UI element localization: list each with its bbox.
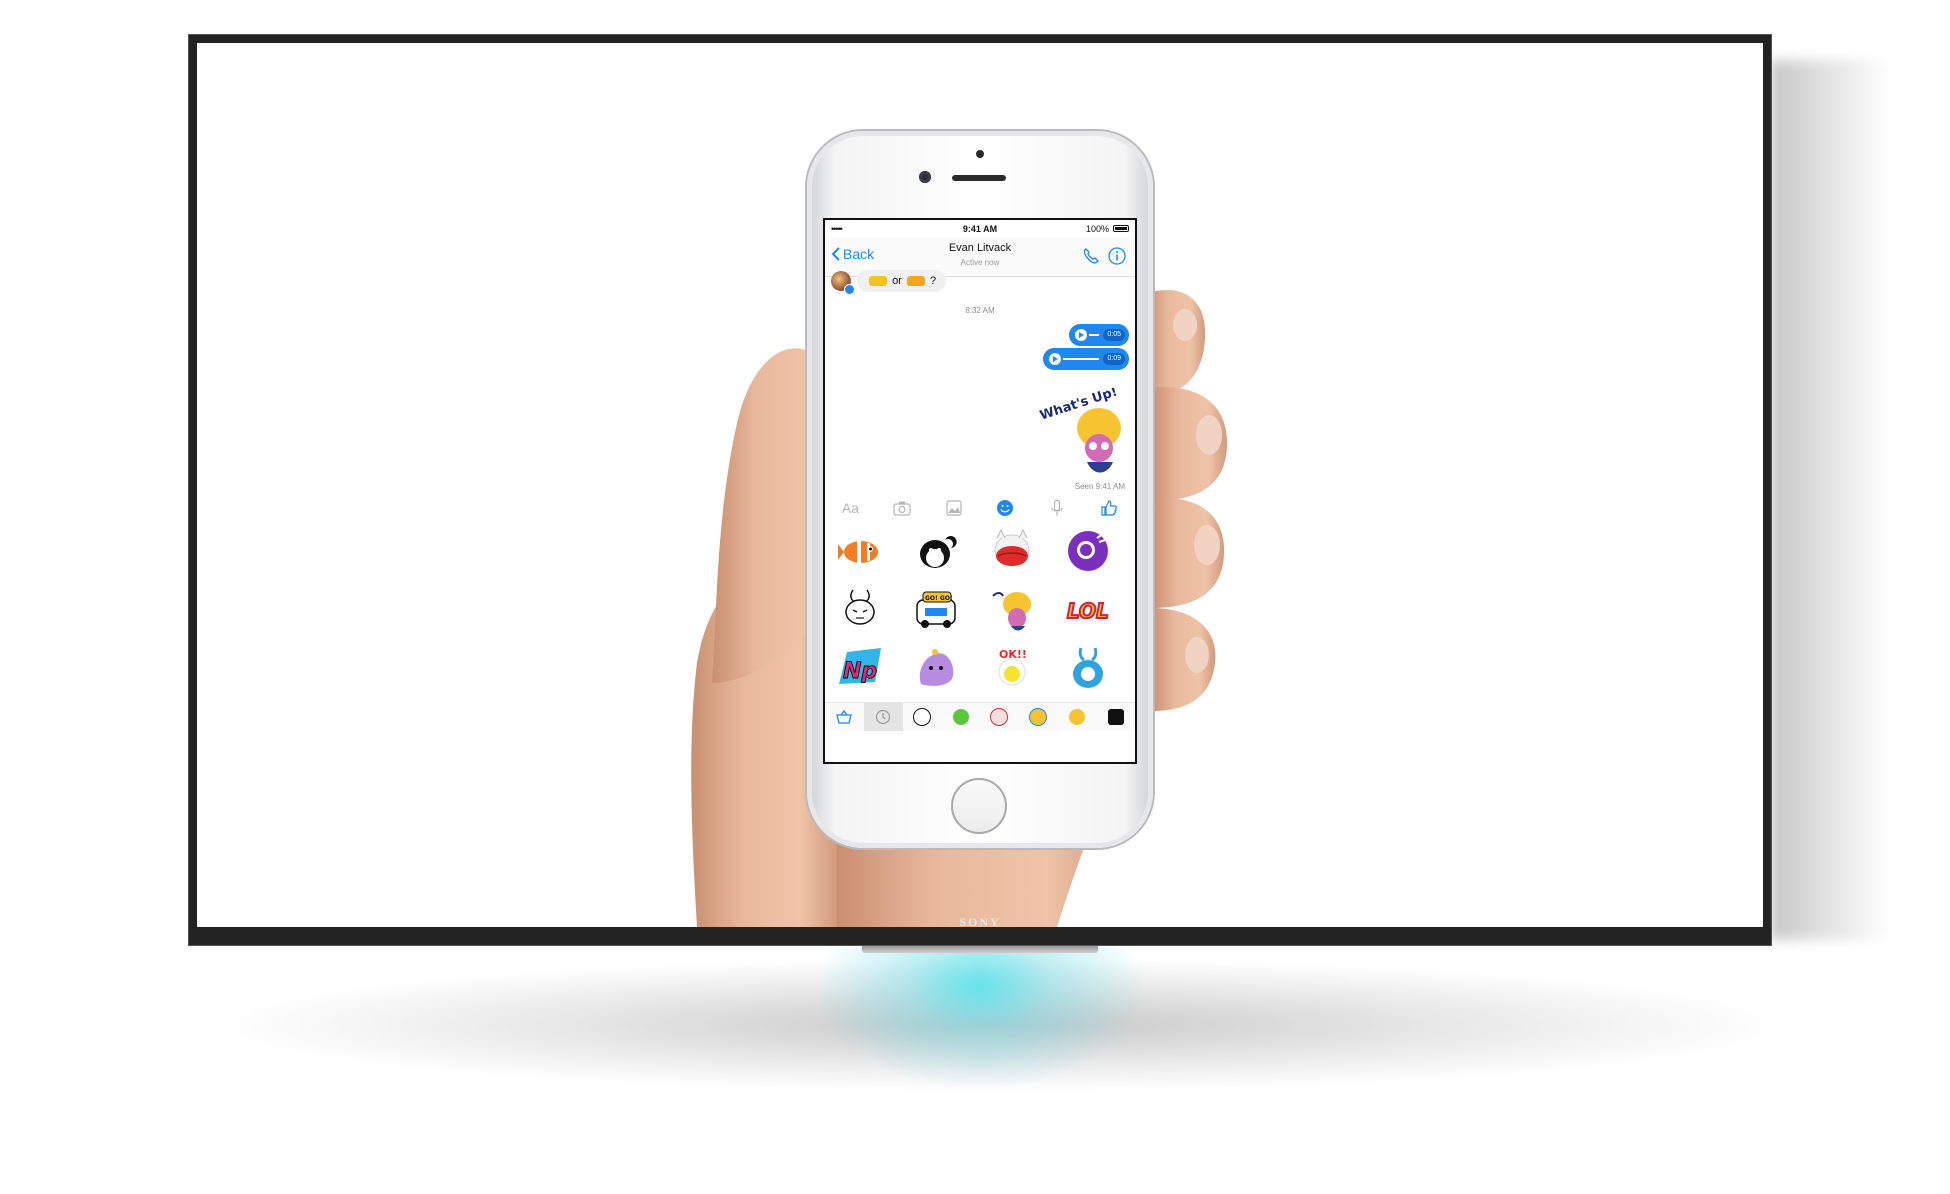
voice-message[interactable]: 0:05 [1069,324,1129,346]
bunny-pack-icon [912,708,931,726]
turban-pack-icon [1068,709,1085,725]
phone-icon[interactable] [1081,246,1101,266]
white-bunny-sticker[interactable] [837,586,883,632]
message-or-text: or [892,275,902,287]
np-sticker[interactable]: Np [837,644,883,690]
tv-side-shadow [1770,60,1890,940]
sticker-pack-tab[interactable] [903,703,942,731]
whats-up-sticker[interactable]: What's Up! [1035,388,1127,480]
green-pack-icon [952,709,969,725]
sticker-grid: GO! GO! LOL Np OK!! [825,524,1135,702]
voice-duration: 0:09 [1103,353,1125,365]
camera-icon[interactable] [893,499,911,517]
battery-percent: 100% [1085,224,1109,234]
earpiece-speaker [952,175,1006,181]
boat-emoji-icon [906,276,925,287]
clock-icon [876,709,891,725]
sticker-pack-tab[interactable] [980,703,1019,731]
lumpy-space-princess-sticker[interactable] [913,644,959,690]
sticker-pack-tab[interactable] [1058,703,1097,731]
tv-stand [862,945,1098,953]
info-icon[interactable] [1107,246,1127,266]
incoming-message[interactable]: or ? [857,270,947,292]
sticker-pack-tray [825,702,1135,731]
go-go-car-sticker[interactable]: GO! GO! [913,586,959,632]
tv-frame: ••••• 9:41 AM 100% Back Evan Litvack Act… [188,34,1772,946]
lol-sticker[interactable]: LOL [1065,586,1111,632]
message-timestamp: 8:32 AM [965,306,995,315]
messenger-badge-icon [844,284,855,295]
sticker-icon[interactable] [996,499,1014,517]
tv-illumination-light [800,948,1160,1098]
text-input-toggle[interactable]: Aa [842,500,859,516]
taxi-emoji-icon [869,276,887,287]
ok-chick-sticker[interactable]: OK!! [989,644,1035,690]
clownfish-sticker[interactable] [837,528,883,574]
message-question-text: ? [929,275,937,287]
proximity-sensor [976,150,984,158]
go-go-text: GO! GO! [925,595,953,602]
voice-progress-track [1089,334,1099,336]
pack-5-icon [1029,708,1048,726]
whats-up-turban-sticker[interactable] [989,586,1035,632]
tv-brand-logo: SONY [959,915,1001,927]
ok-text: OK!! [999,648,1027,661]
voice-message[interactable]: 0:09 [1043,348,1129,370]
voice-duration: 0:05 [1103,329,1125,341]
battery-icon [1113,225,1129,232]
photo-gallery-icon[interactable] [945,499,963,517]
play-icon[interactable] [1049,353,1061,365]
seen-receipt: Seen 9:41 AM [1074,482,1125,491]
recent-stickers-tab[interactable] [863,703,903,731]
microphone-icon[interactable] [1048,499,1066,517]
messenger-screen: ••••• 9:41 AM 100% Back Evan Litvack Act… [823,218,1137,764]
composer-bar: Aa [825,492,1135,524]
chick-pack-icon [990,708,1009,726]
sticker-pack-tab[interactable] [941,703,980,731]
blue-bunny-bubble-sticker[interactable] [1065,644,1111,690]
sticker-pack-tab[interactable] [1096,703,1135,731]
basket-icon [836,709,853,724]
play-icon[interactable] [1075,329,1087,341]
red-lips-cat-sticker[interactable] [989,528,1035,574]
home-button[interactable] [951,778,1007,834]
voice-progress-track [1063,358,1099,360]
tv-screen: ••••• 9:41 AM 100% Back Evan Litvack Act… [197,43,1763,927]
penguin-sticker[interactable] [913,528,959,574]
lol-text: LOL [1067,599,1109,623]
status-bar: ••••• 9:41 AM 100% [825,222,1135,236]
sticker-pack-tab[interactable] [1019,703,1058,731]
pack-8-icon [1107,709,1124,725]
np-text: Np [843,659,877,684]
front-camera [919,171,931,183]
sticker-store-button[interactable] [825,703,864,731]
thumbs-up-icon[interactable] [1100,499,1118,517]
purple-astronaut-sticker[interactable] [1065,528,1111,574]
iphone: ••••• 9:41 AM 100% Back Evan Litvack Act… [807,131,1153,848]
